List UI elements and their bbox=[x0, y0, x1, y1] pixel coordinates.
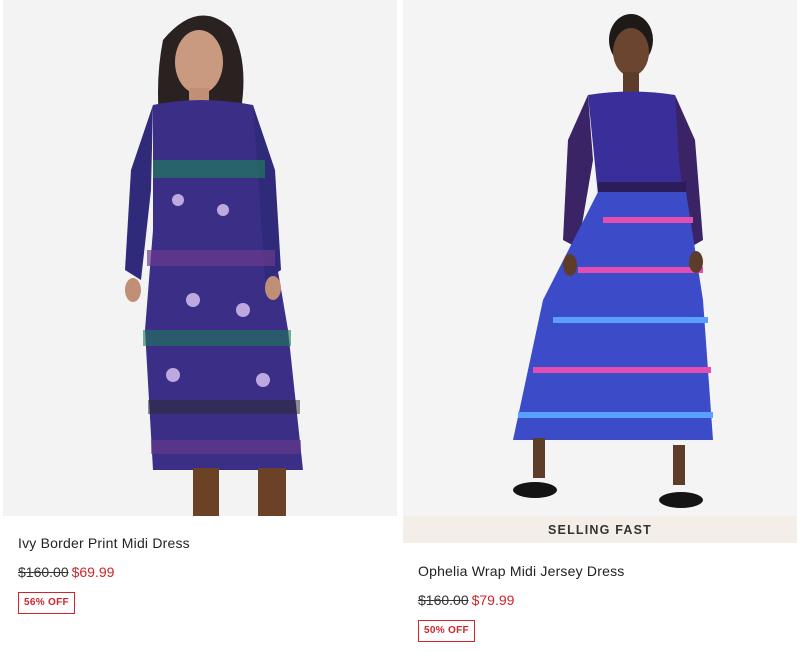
product-card[interactable]: SELLING FAST Ophelia Wrap Midi Jersey Dr… bbox=[403, 0, 799, 642]
product-image[interactable] bbox=[3, 0, 397, 516]
product-title[interactable]: Ophelia Wrap Midi Jersey Dress bbox=[418, 563, 624, 579]
product-grid: Ivy Border Print Midi Dress $160.00 $69.9… bbox=[0, 0, 800, 652]
product-title[interactable]: Ivy Border Print Midi Dress bbox=[18, 535, 190, 551]
price-row: $160.00 $69.99 bbox=[18, 564, 114, 580]
sale-price: $79.99 bbox=[471, 592, 515, 608]
model-photo bbox=[3, 0, 397, 516]
original-price: $160.00 bbox=[418, 592, 469, 608]
discount-badge: 56% OFF bbox=[18, 592, 75, 614]
product-card[interactable]: Ivy Border Print Midi Dress $160.00 $69.9… bbox=[3, 0, 399, 614]
model-photo bbox=[403, 0, 797, 516]
original-price: $160.00 bbox=[18, 564, 69, 580]
discount-badge: 50% OFF bbox=[418, 620, 475, 642]
product-image[interactable] bbox=[403, 0, 797, 516]
price-row: $160.00 $79.99 bbox=[418, 592, 514, 608]
selling-fast-badge: SELLING FAST bbox=[403, 516, 797, 543]
sale-price: $69.99 bbox=[71, 564, 115, 580]
